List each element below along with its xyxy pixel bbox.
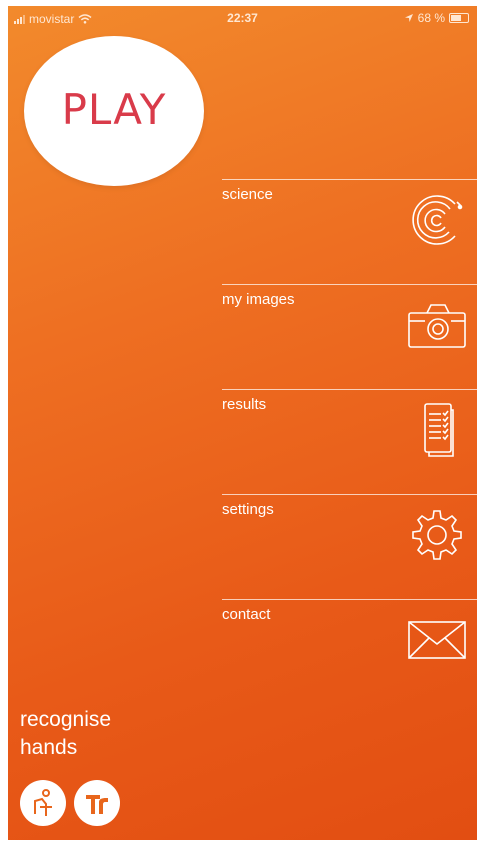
location-icon [404, 14, 413, 22]
menu-item-results[interactable]: results [222, 389, 477, 494]
envelope-icon [405, 610, 469, 670]
battery-percent: 68 % [417, 11, 445, 25]
menu-item-label: settings [222, 501, 274, 518]
play-label: PLAY [61, 84, 167, 134]
partner-logos [20, 780, 120, 826]
hand-logo-icon[interactable] [20, 780, 66, 826]
menu-item-my-images[interactable]: my images [222, 284, 477, 389]
app-title-line1: recognise [20, 708, 112, 731]
menu-item-label: science [222, 186, 273, 203]
gear-icon [405, 505, 469, 565]
status-right: 68 % [404, 11, 469, 25]
document-icon [405, 400, 469, 460]
camera-icon [405, 295, 469, 355]
app-screen: movistar 22:37 68 % PLAY science my imag… [8, 6, 477, 840]
menu-item-label: contact [222, 606, 271, 623]
menu-item-contact[interactable]: contact [222, 599, 477, 704]
menu-item-label: results [222, 396, 267, 413]
menu-item-label: my images [222, 291, 295, 308]
menu-item-science[interactable]: science [222, 179, 477, 284]
main-menu: science my images results settings conta… [222, 179, 477, 704]
play-button[interactable]: PLAY [24, 36, 204, 186]
app-title-line2: hands [20, 736, 78, 759]
battery-fill [451, 15, 461, 21]
spiral-icon [405, 190, 469, 250]
menu-item-settings[interactable]: settings [222, 494, 477, 599]
status-bar: movistar 22:37 68 % [8, 6, 477, 30]
battery-icon [449, 13, 469, 23]
app-title: recognise hands [20, 706, 220, 762]
tr-logo-icon[interactable] [74, 780, 120, 826]
